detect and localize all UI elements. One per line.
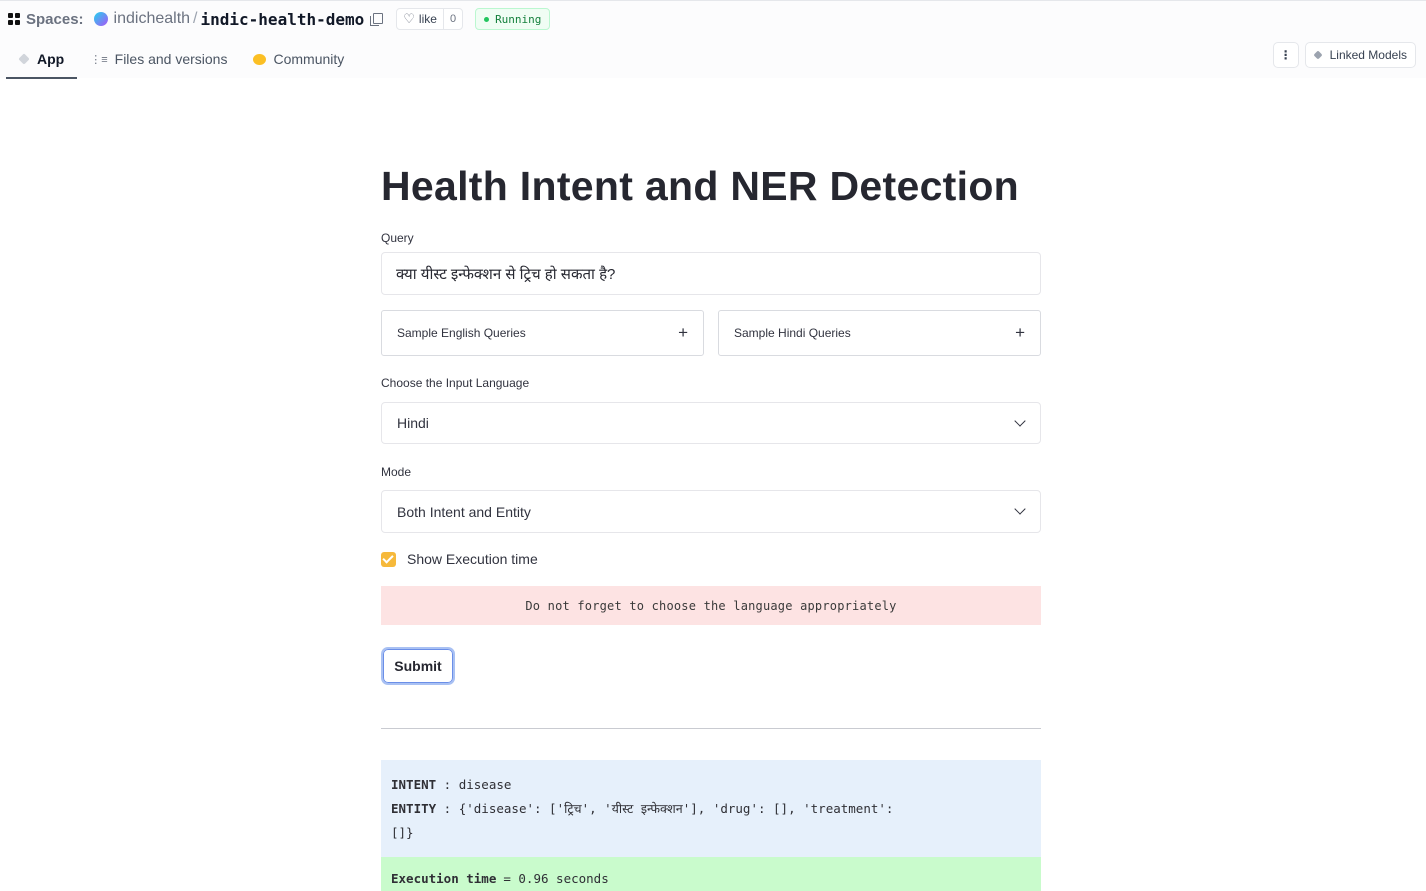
like-widget: ♡ like 0 (396, 8, 464, 30)
plus-icon: + (678, 323, 688, 342)
execution-time-key: Execution time (391, 870, 497, 886)
prediction-result: INTENT : disease ENTITY : {'disease': ['… (381, 760, 1041, 857)
cube-icon (1313, 50, 1323, 60)
heart-icon: ♡ (403, 11, 415, 26)
mode-select[interactable]: Both Intent and Entity (381, 490, 1041, 533)
entity-line: ENTITY : {'disease': ['ट्रिच', 'यीस्ट इन… (391, 797, 1031, 821)
intent-line: INTENT : disease (391, 773, 1031, 797)
expander-label: Sample Hindi Queries (734, 326, 851, 340)
streamlit-app: Health Intent and NER Detection Query क्… (381, 150, 1041, 891)
page-title: Health Intent and NER Detection (381, 163, 1020, 209)
query-input-value: क्या यीस्ट इन्फेक्शन से ट्रिच हो सकता है… (396, 265, 616, 283)
spaces-label[interactable]: Spaces: (26, 11, 84, 28)
tab-community-label: Community (273, 51, 345, 67)
copy-icon[interactable] (370, 13, 384, 26)
tab-app-label: App (37, 51, 65, 67)
sample-english-expander[interactable]: Sample English Queries + (381, 310, 704, 356)
mode-select-value: Both Intent and Entity (397, 503, 531, 520)
like-count[interactable]: 0 (444, 13, 462, 25)
execution-time-result: Execution time = 0.96 seconds (381, 857, 1041, 891)
space-header: Spaces: indichealth / indic-health-demo … (0, 0, 1426, 79)
status-badge[interactable]: Running (475, 8, 551, 30)
language-select-value: Hindi (397, 415, 429, 431)
mode-label: Mode (381, 465, 412, 479)
intent-value: disease (458, 777, 512, 792)
show-time-checkbox-row[interactable]: Show Execution time (381, 551, 1041, 567)
warning-text: Do not forget to choose the language app… (525, 598, 897, 613)
divider (381, 728, 1041, 729)
show-time-label: Show Execution time (407, 551, 538, 567)
tab-files-label: Files and versions (114, 51, 228, 67)
status-dot-icon (484, 16, 490, 22)
entity-key: ENTITY (391, 801, 437, 816)
entity-line-continued: []} (391, 825, 414, 840)
chevron-down-icon (1014, 503, 1026, 515)
query-input[interactable]: क्या यीस्ट इन्फेक्शन से ट्रिच हो सकता है… (381, 252, 1041, 295)
status-text: Running (495, 12, 542, 26)
like-label: like (418, 12, 437, 26)
cube-icon (18, 53, 30, 65)
org-name-link[interactable]: indichealth (114, 10, 191, 28)
language-label: Choose the Input Language (381, 376, 530, 390)
sample-hindi-expander[interactable]: Sample Hindi Queries + (718, 310, 1041, 356)
sample-expanders: Sample English Queries + Sample Hindi Qu… (381, 310, 1041, 356)
linked-models-label: Linked Models (1329, 48, 1407, 62)
entity-separator: : (436, 801, 459, 816)
entity-value: {'disease': ['ट्रिच', 'यीस्ट इन्फेक्शन']… (458, 801, 894, 816)
intent-separator: : (436, 777, 459, 792)
tab-files-and-versions[interactable]: ⋮≡ Files and versions (77, 39, 240, 79)
show-time-checkbox[interactable] (381, 551, 396, 567)
like-button[interactable]: ♡ like (397, 9, 444, 29)
expander-label: Sample English Queries (397, 326, 526, 340)
header-actions: ⋮ Linked Models (1272, 42, 1416, 68)
repo-name-link[interactable]: indic-health-demo (201, 10, 365, 29)
huggingface-logo-icon[interactable] (8, 13, 20, 25)
query-label: Query (381, 231, 414, 245)
linked-models-button[interactable]: Linked Models (1304, 42, 1416, 68)
tab-app[interactable]: App (6, 39, 78, 79)
org-avatar (93, 12, 108, 26)
tab-community[interactable]: Community (240, 39, 357, 79)
files-icon: ⋮≡ (90, 53, 108, 66)
space-tabs: App ⋮≡ Files and versions Community (6, 39, 357, 79)
plus-icon: + (1015, 323, 1025, 342)
submit-button[interactable]: Submit (381, 647, 455, 685)
language-select[interactable]: Hindi (381, 402, 1041, 444)
execution-time-value: = 0.96 seconds (503, 870, 609, 886)
path-separator: / (193, 10, 198, 27)
chevron-down-icon (1014, 414, 1026, 427)
space-title-row: Spaces: indichealth / indic-health-demo … (8, 7, 551, 31)
language-warning: Do not forget to choose the language app… (381, 586, 1041, 625)
community-icon (253, 53, 267, 65)
kebab-menu-icon[interactable]: ⋮ (1272, 42, 1299, 68)
intent-key: INTENT (391, 777, 437, 792)
